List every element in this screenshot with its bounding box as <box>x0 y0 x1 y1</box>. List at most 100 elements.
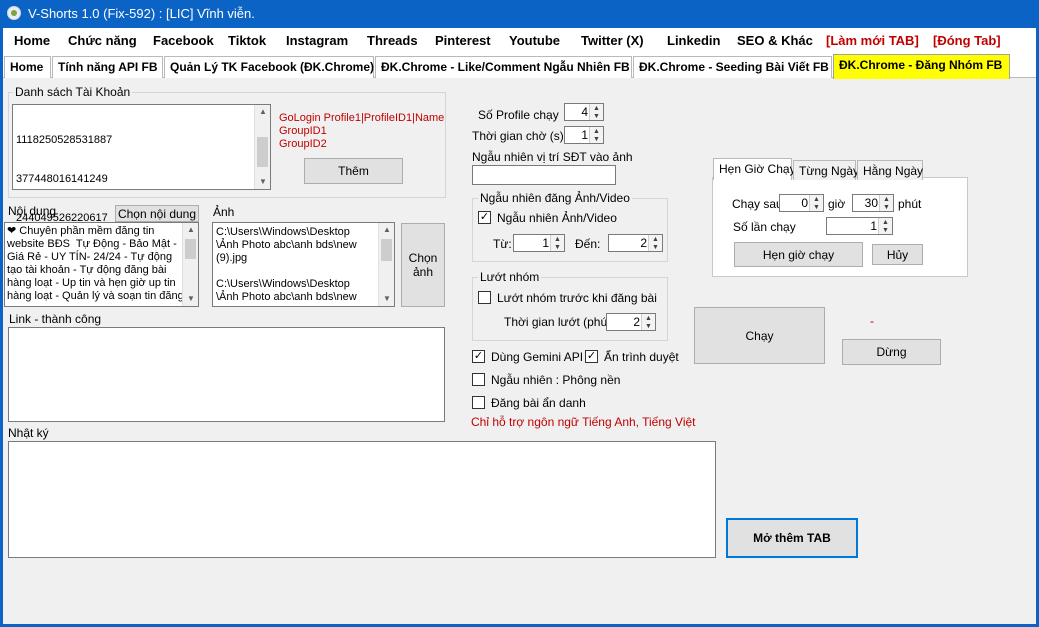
menu-threads[interactable]: Threads <box>367 33 418 48</box>
tab-schedule-run[interactable]: Hẹn Giờ Chạy <box>713 158 796 180</box>
stepper-up-icon[interactable]: ▲ <box>810 195 823 203</box>
menu-close-tab[interactable]: [Đóng Tab] <box>933 33 1001 48</box>
tab-seeding[interactable]: ĐK.Chrome - Seeding Bài Viết FB <box>633 56 832 78</box>
stepper-up-icon[interactable]: ▲ <box>590 127 603 135</box>
scroll-thumb[interactable] <box>185 239 196 259</box>
stepper-down-icon[interactable]: ▼ <box>590 135 603 143</box>
stepper-up-icon[interactable]: ▲ <box>551 235 564 243</box>
language-note: Chỉ hỗ trợ ngôn ngữ Tiếng Anh, Tiếng Việ… <box>471 415 696 429</box>
stepper-buttons[interactable]: ▲ ▼ <box>648 235 662 251</box>
wait-time-value: 1 <box>581 128 588 142</box>
gemini-api-checkbox[interactable]: ✓ <box>472 350 485 363</box>
hours-stepper[interactable]: 0 ▲ ▼ <box>779 194 824 212</box>
add-account-button[interactable]: Thêm <box>304 158 403 184</box>
tab-daily[interactable]: Từng Ngày <box>793 160 859 180</box>
stepper-down-icon[interactable]: ▼ <box>879 226 892 234</box>
stepper-up-icon[interactable]: ▲ <box>880 195 893 203</box>
stepper-down-icon[interactable]: ▼ <box>810 203 823 211</box>
scroll-up-icon[interactable]: ▲ <box>183 223 199 237</box>
menu-pinterest[interactable]: Pinterest <box>435 33 491 48</box>
profile-count-stepper[interactable]: 4 ▲ ▼ <box>564 103 604 121</box>
browse-time-stepper[interactable]: 2 ▲ ▼ <box>606 313 656 331</box>
stepper-buttons[interactable]: ▲ ▼ <box>550 235 564 251</box>
menu-functions[interactable]: Chức năng <box>68 33 137 48</box>
random-media-group <box>472 198 668 262</box>
links-label: Link - thành công <box>9 312 102 326</box>
menu-twitter[interactable]: Twitter (X) <box>581 33 644 48</box>
stepper-down-icon[interactable]: ▼ <box>642 322 655 330</box>
run-after-label: Chạy sau <box>732 197 783 211</box>
tab-like-comment[interactable]: ĐK.Chrome - Like/Comment Ngẫu Nhiên FB <box>375 56 632 78</box>
links-textarea[interactable] <box>8 327 445 422</box>
menu-instagram[interactable]: Instagram <box>286 33 348 48</box>
tab-home[interactable]: Home <box>4 56 51 78</box>
minutes-stepper[interactable]: 30 ▲ ▼ <box>852 194 894 212</box>
status-indicator: - <box>870 314 874 328</box>
choose-image-line: Chọn <box>408 251 438 265</box>
hide-browser-label: Ẩn trình duyệt <box>604 350 679 364</box>
scroll-down-icon[interactable]: ▼ <box>379 292 395 306</box>
image-scrollbar[interactable]: ▲ ▼ <box>378 223 394 306</box>
menu-refresh-tab[interactable]: [Làm mới TAB] <box>826 33 919 48</box>
account-item: 377448016141249 <box>16 173 108 185</box>
run-count-stepper[interactable]: 1 ▲ ▼ <box>826 217 893 235</box>
choose-content-button[interactable]: Chọn nội dung <box>115 205 199 222</box>
image-label: Ảnh <box>213 205 235 219</box>
scroll-thumb[interactable] <box>257 137 268 167</box>
tab-account-manager[interactable]: Quản Lý TK Facebook (ĐK.Chrome) <box>164 56 374 78</box>
run-button[interactable]: Chạy <box>694 307 825 364</box>
schedule-run-button[interactable]: Hẹn giờ chạy <box>734 242 863 267</box>
wait-time-stepper[interactable]: 1 ▲ ▼ <box>564 126 604 144</box>
scroll-thumb[interactable] <box>381 239 392 261</box>
stepper-down-icon[interactable]: ▼ <box>551 243 564 251</box>
accounts-scrollbar[interactable]: ▲ ▼ <box>254 105 270 189</box>
gemini-api-label: Dùng Gemini API <box>491 350 584 364</box>
menu-tiktok[interactable]: Tiktok <box>228 33 266 48</box>
stepper-down-icon[interactable]: ▼ <box>649 243 662 251</box>
tab-everyday[interactable]: Hằng Ngày <box>857 160 923 180</box>
log-textarea[interactable] <box>8 441 716 558</box>
browse-before-post-checkbox[interactable] <box>478 291 491 304</box>
menu-youtube[interactable]: Youtube <box>509 33 560 48</box>
stepper-up-icon[interactable]: ▲ <box>642 314 655 322</box>
stepper-buttons[interactable]: ▲ ▼ <box>589 104 603 120</box>
cancel-schedule-button[interactable]: Hủy <box>872 244 923 265</box>
random-media-checkbox[interactable]: ✓ <box>478 211 491 224</box>
profile-count-label: Số Profile chạy <box>478 108 559 122</box>
wait-time-label: Thời gian chờ (s) <box>472 129 564 143</box>
tab-group-post[interactable]: ĐK.Chrome - Đăng Nhóm FB <box>833 54 1010 79</box>
menu-home[interactable]: Home <box>14 33 50 48</box>
menu-seo-other[interactable]: SEO & Khác <box>737 33 813 48</box>
image-textarea[interactable]: C:\Users\Windows\Desktop \Ảnh Photo abc\… <box>212 222 395 307</box>
stepper-up-icon[interactable]: ▲ <box>649 235 662 243</box>
stop-button[interactable]: Dừng <box>842 339 941 365</box>
stepper-up-icon[interactable]: ▲ <box>879 218 892 226</box>
stepper-buttons[interactable]: ▲ ▼ <box>809 195 823 211</box>
scroll-up-icon[interactable]: ▲ <box>379 223 395 237</box>
phone-position-input[interactable] <box>472 165 616 185</box>
choose-image-button[interactable]: Chọn ảnh <box>401 223 445 307</box>
content-scrollbar[interactable]: ▲ ▼ <box>182 223 198 306</box>
stepper-buttons[interactable]: ▲ ▼ <box>641 314 655 330</box>
tab-api-features[interactable]: Tính năng API FB <box>52 56 163 78</box>
hide-browser-checkbox[interactable]: ✓ <box>585 350 598 363</box>
stepper-up-icon[interactable]: ▲ <box>590 104 603 112</box>
accounts-textarea[interactable]: 1118250528531887 377448016141249 2440495… <box>12 104 271 302</box>
scroll-up-icon[interactable]: ▲ <box>255 105 271 119</box>
stepper-buttons[interactable]: ▲ ▼ <box>589 127 603 143</box>
menu-linkedin[interactable]: Linkedin <box>667 33 720 48</box>
to-stepper[interactable]: 2 ▲ ▼ <box>608 234 663 252</box>
scroll-down-icon[interactable]: ▼ <box>255 175 271 189</box>
anonymous-post-label: Đăng bài ẩn danh <box>491 396 586 410</box>
stepper-buttons[interactable]: ▲ ▼ <box>879 195 893 211</box>
stepper-buttons[interactable]: ▲ ▼ <box>878 218 892 234</box>
stepper-down-icon[interactable]: ▼ <box>590 112 603 120</box>
stepper-down-icon[interactable]: ▼ <box>880 203 893 211</box>
open-tab-button[interactable]: Mở thêm TAB <box>726 518 858 558</box>
from-stepper[interactable]: 1 ▲ ▼ <box>513 234 565 252</box>
content-textarea[interactable]: ❤ Chuyên phần mềm đăng tin website BĐS T… <box>4 222 199 307</box>
random-background-checkbox[interactable] <box>472 373 485 386</box>
scroll-down-icon[interactable]: ▼ <box>183 292 199 306</box>
menu-facebook[interactable]: Facebook <box>153 33 214 48</box>
anonymous-post-checkbox[interactable] <box>472 396 485 409</box>
